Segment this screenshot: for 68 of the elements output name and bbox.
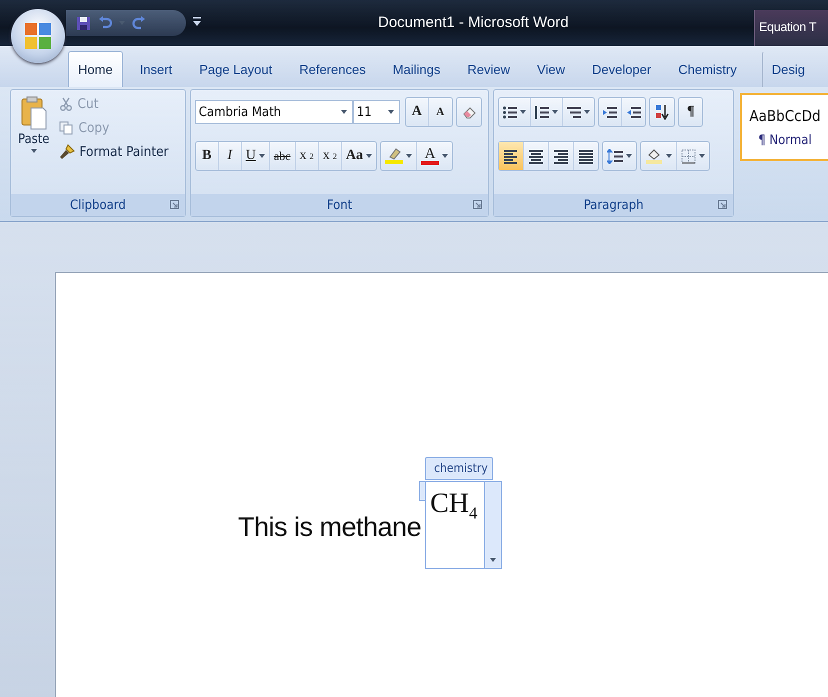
- indent-icon: [626, 106, 641, 118]
- shrink-font-button[interactable]: A: [428, 98, 452, 126]
- dialog-launcher-icon[interactable]: [170, 200, 179, 209]
- caret-icon: [388, 110, 394, 114]
- equation-tag[interactable]: chemistry: [425, 457, 493, 480]
- sort-icon: [654, 104, 670, 120]
- group-label: Font: [326, 198, 352, 212]
- line-spacing-icon: [607, 148, 624, 164]
- show-marks-button[interactable]: ¶: [679, 98, 702, 126]
- format-button[interactable]: Aa: [342, 142, 376, 170]
- document-text: This is methane: [238, 512, 422, 543]
- redo-icon[interactable]: [132, 16, 146, 30]
- ribbon-tab[interactable]: References: [289, 51, 376, 87]
- caret-icon: [552, 110, 558, 114]
- alignment-button[interactable]: [499, 142, 524, 170]
- outdent-icon: [603, 106, 618, 118]
- group-label: Paragraph: [584, 198, 644, 212]
- alignment-icon: [578, 148, 594, 164]
- grow-font-button[interactable]: A: [406, 98, 429, 126]
- save-icon[interactable]: [76, 16, 91, 30]
- caret-icon: [30, 149, 37, 153]
- ribbon-tab[interactable]: Insert: [130, 51, 182, 87]
- format-button[interactable]: I: [218, 142, 242, 170]
- office-logo-icon: [23, 21, 53, 51]
- caret-icon: [584, 110, 590, 114]
- window-title: Document1 - Microsoft Word: [378, 14, 569, 31]
- caret-icon: [340, 110, 347, 114]
- ribbon-tab[interactable]: Home: [68, 51, 123, 87]
- equation-grip[interactable]: [419, 481, 426, 501]
- contextual-tab-group: Equation T: [754, 10, 828, 46]
- caret-icon: [406, 154, 412, 158]
- paste-button[interactable]: Paste: [15, 94, 53, 190]
- numbered-list-icon: [535, 106, 550, 118]
- format-button[interactable]: B: [196, 142, 219, 170]
- format-button[interactable]: U: [242, 142, 270, 170]
- caret-icon: [666, 154, 672, 158]
- paintbrush-icon: [58, 144, 75, 160]
- dialog-launcher-icon[interactable]: [473, 200, 482, 209]
- paint-bucket-icon: [645, 148, 664, 164]
- format-button[interactable]: abc: [270, 142, 296, 170]
- alignment-icon: [503, 148, 520, 164]
- font-name-field[interactable]: Cambria Math: [194, 100, 353, 124]
- caret-icon: [626, 154, 632, 158]
- undo-icon[interactable]: [98, 16, 112, 30]
- clipboard-icon: [20, 96, 47, 130]
- alignment-icon: [528, 148, 544, 164]
- caret-icon: [520, 110, 526, 114]
- ribbon-tab[interactable]: Developer: [582, 51, 662, 87]
- font-size-field[interactable]: 11: [352, 100, 400, 124]
- bulleted-list-icon: [503, 106, 518, 118]
- caret-icon: [442, 154, 448, 158]
- highlighter-icon: [387, 148, 402, 160]
- ribbon-tab[interactable]: Mailings: [382, 51, 450, 87]
- group-label: Clipboard: [70, 198, 126, 212]
- ribbon-tab[interactable]: View: [527, 51, 575, 87]
- customize-toolbar-icon[interactable]: [193, 16, 201, 28]
- border-grid-icon: [681, 148, 696, 164]
- ribbon-tab[interactable]: Chemistry: [668, 51, 747, 87]
- copy-icon: [58, 121, 74, 135]
- ribbon-tab[interactable]: Review: [457, 51, 520, 87]
- alignment-icon: [553, 148, 570, 164]
- ribbon-tab[interactable]: Page Layout: [189, 51, 282, 87]
- clipboard-command[interactable]: Format Painter: [58, 144, 169, 160]
- style-gallery-item[interactable]: AaBbCcDd ¶ Normal: [740, 93, 828, 161]
- dialog-launcher-icon[interactable]: [718, 200, 727, 209]
- scissors-icon: [58, 97, 73, 111]
- multilevel-list-icon: [567, 106, 582, 118]
- caret-icon: [699, 154, 706, 158]
